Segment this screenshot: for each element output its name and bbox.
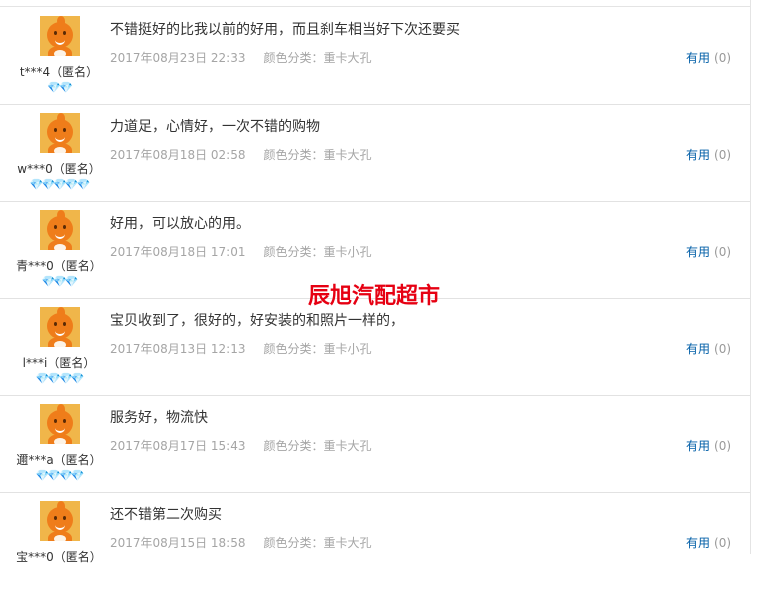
reviewer-name: 宝***0（匿名） — [16, 550, 102, 564]
useful-vote: 有用 (0) — [686, 146, 731, 163]
useful-vote: 有用 (0) — [686, 534, 731, 551]
color-label: 颜色分类： — [263, 245, 324, 259]
useful-count: (0) — [714, 342, 732, 356]
review-item: 邇***a（匿名） 💎💎💎💎 服务好，物流快 2017年08月17日 15:43… — [0, 395, 750, 493]
review-date: 2017年08月17日 15:43 — [110, 439, 246, 453]
reviewer-info: w***0（匿名） 💎💎💎💎💎 — [0, 104, 118, 201]
reviewer-info: 青***0（匿名） 💎💎💎 — [0, 201, 118, 298]
avatar[interactable] — [40, 210, 80, 250]
member-level-icon: 💎💎💎💎 — [35, 469, 85, 482]
review-text: 不错挺好的比我以前的好用，而且刹车相当好下次还要买 — [110, 22, 460, 38]
review-date: 2017年08月23日 22:33 — [110, 51, 246, 65]
review-item: w***0（匿名） 💎💎💎💎💎 力道足，心情好，一次不错的购物 2017年08月… — [0, 104, 750, 202]
review-text: 宝贝收到了，很好的，好安装的和照片一样的， — [110, 313, 404, 329]
useful-count: (0) — [714, 439, 732, 453]
color-value: 重卡大孔 — [323, 148, 372, 162]
reviewer-name: 青***0（匿名） — [16, 259, 102, 273]
review-meta: 2017年08月18日 02:58 颜色分类：重卡大孔 — [110, 146, 372, 163]
review-date: 2017年08月18日 17:01 — [110, 245, 246, 259]
color-label: 颜色分类： — [263, 439, 324, 453]
color-label: 颜色分类： — [263, 536, 324, 550]
review-date: 2017年08月18日 02:58 — [110, 148, 246, 162]
useful-vote: 有用 (0) — [686, 340, 731, 357]
review-list: t***4（匿名） 💎💎 不错挺好的比我以前的好用，而且刹车相当好下次还要买 2… — [0, 0, 751, 564]
useful-count: (0) — [714, 245, 732, 259]
useful-vote: 有用 (0) — [686, 49, 731, 66]
useful-vote: 有用 (0) — [686, 437, 731, 454]
review-meta: 2017年08月18日 17:01 颜色分类：重卡小孔 — [110, 243, 372, 260]
reviewer-info: l***i（匿名） 💎💎💎💎 — [0, 298, 118, 395]
review-meta: 2017年08月13日 12:13 颜色分类：重卡小孔 — [110, 340, 372, 357]
review-item: 宝***0（匿名） 还不错第二次购买 2017年08月15日 18:58 颜色分类… — [0, 492, 750, 589]
useful-vote: 有用 (0) — [686, 243, 731, 260]
avatar[interactable] — [40, 501, 80, 541]
reviewer-name: t***4（匿名） — [19, 65, 99, 79]
reviewer-name: l***i（匿名） — [22, 356, 96, 370]
color-value: 重卡大孔 — [323, 439, 372, 453]
review-meta: 2017年08月17日 15:43 颜色分类：重卡大孔 — [110, 437, 372, 454]
review-meta: 2017年08月15日 18:58 颜色分类：重卡大孔 — [110, 534, 372, 551]
color-label: 颜色分类： — [263, 51, 324, 65]
color-value: 重卡小孔 — [323, 245, 372, 259]
review-text: 好用，可以放心的用。 — [110, 216, 250, 232]
reviewer-name: w***0（匿名） — [17, 162, 101, 176]
review-meta: 2017年08月23日 22:33 颜色分类：重卡大孔 — [110, 49, 372, 66]
review-text: 服务好，物流快 — [110, 410, 208, 426]
useful-count: (0) — [714, 148, 732, 162]
review-item: t***4（匿名） 💎💎 不错挺好的比我以前的好用，而且刹车相当好下次还要买 2… — [0, 7, 750, 105]
useful-button[interactable]: 有用 — [686, 342, 710, 356]
useful-button[interactable]: 有用 — [686, 536, 710, 550]
reviewer-name: 邇***a（匿名） — [16, 453, 102, 467]
color-value: 重卡大孔 — [323, 51, 372, 65]
useful-button[interactable]: 有用 — [686, 439, 710, 453]
avatar[interactable] — [40, 113, 80, 153]
avatar[interactable] — [40, 16, 80, 56]
color-value: 重卡小孔 — [323, 342, 372, 356]
avatar[interactable] — [40, 404, 80, 444]
useful-count: (0) — [714, 51, 732, 65]
color-label: 颜色分类： — [263, 342, 324, 356]
review-item: l***i（匿名） 💎💎💎💎 宝贝收到了，很好的，好安装的和照片一样的， 201… — [0, 298, 750, 396]
review-date: 2017年08月15日 18:58 — [110, 536, 246, 550]
member-level-icon: 💎💎 — [47, 81, 72, 94]
member-level-icon: 💎💎💎 — [41, 275, 78, 288]
color-label: 颜色分类： — [263, 148, 324, 162]
review-date: 2017年08月13日 12:13 — [110, 342, 246, 356]
review-text: 还不错第二次购买 — [110, 507, 222, 523]
shop-watermark: 辰旭汽配超市 — [308, 283, 441, 309]
reviewer-info: t***4（匿名） 💎💎 — [0, 7, 118, 104]
review-text: 力道足，心情好，一次不错的购物 — [110, 119, 320, 135]
useful-button[interactable]: 有用 — [686, 245, 710, 259]
reviewer-info: 宝***0（匿名） — [0, 492, 118, 589]
useful-button[interactable]: 有用 — [686, 148, 710, 162]
reviewer-info: 邇***a（匿名） 💎💎💎💎 — [0, 395, 118, 492]
useful-button[interactable]: 有用 — [686, 51, 710, 65]
avatar[interactable] — [40, 307, 80, 347]
member-level-icon: 💎💎💎💎 — [35, 372, 85, 385]
useful-count: (0) — [714, 536, 732, 550]
color-value: 重卡大孔 — [323, 536, 372, 550]
member-level-icon: 💎💎💎💎💎 — [29, 178, 90, 191]
